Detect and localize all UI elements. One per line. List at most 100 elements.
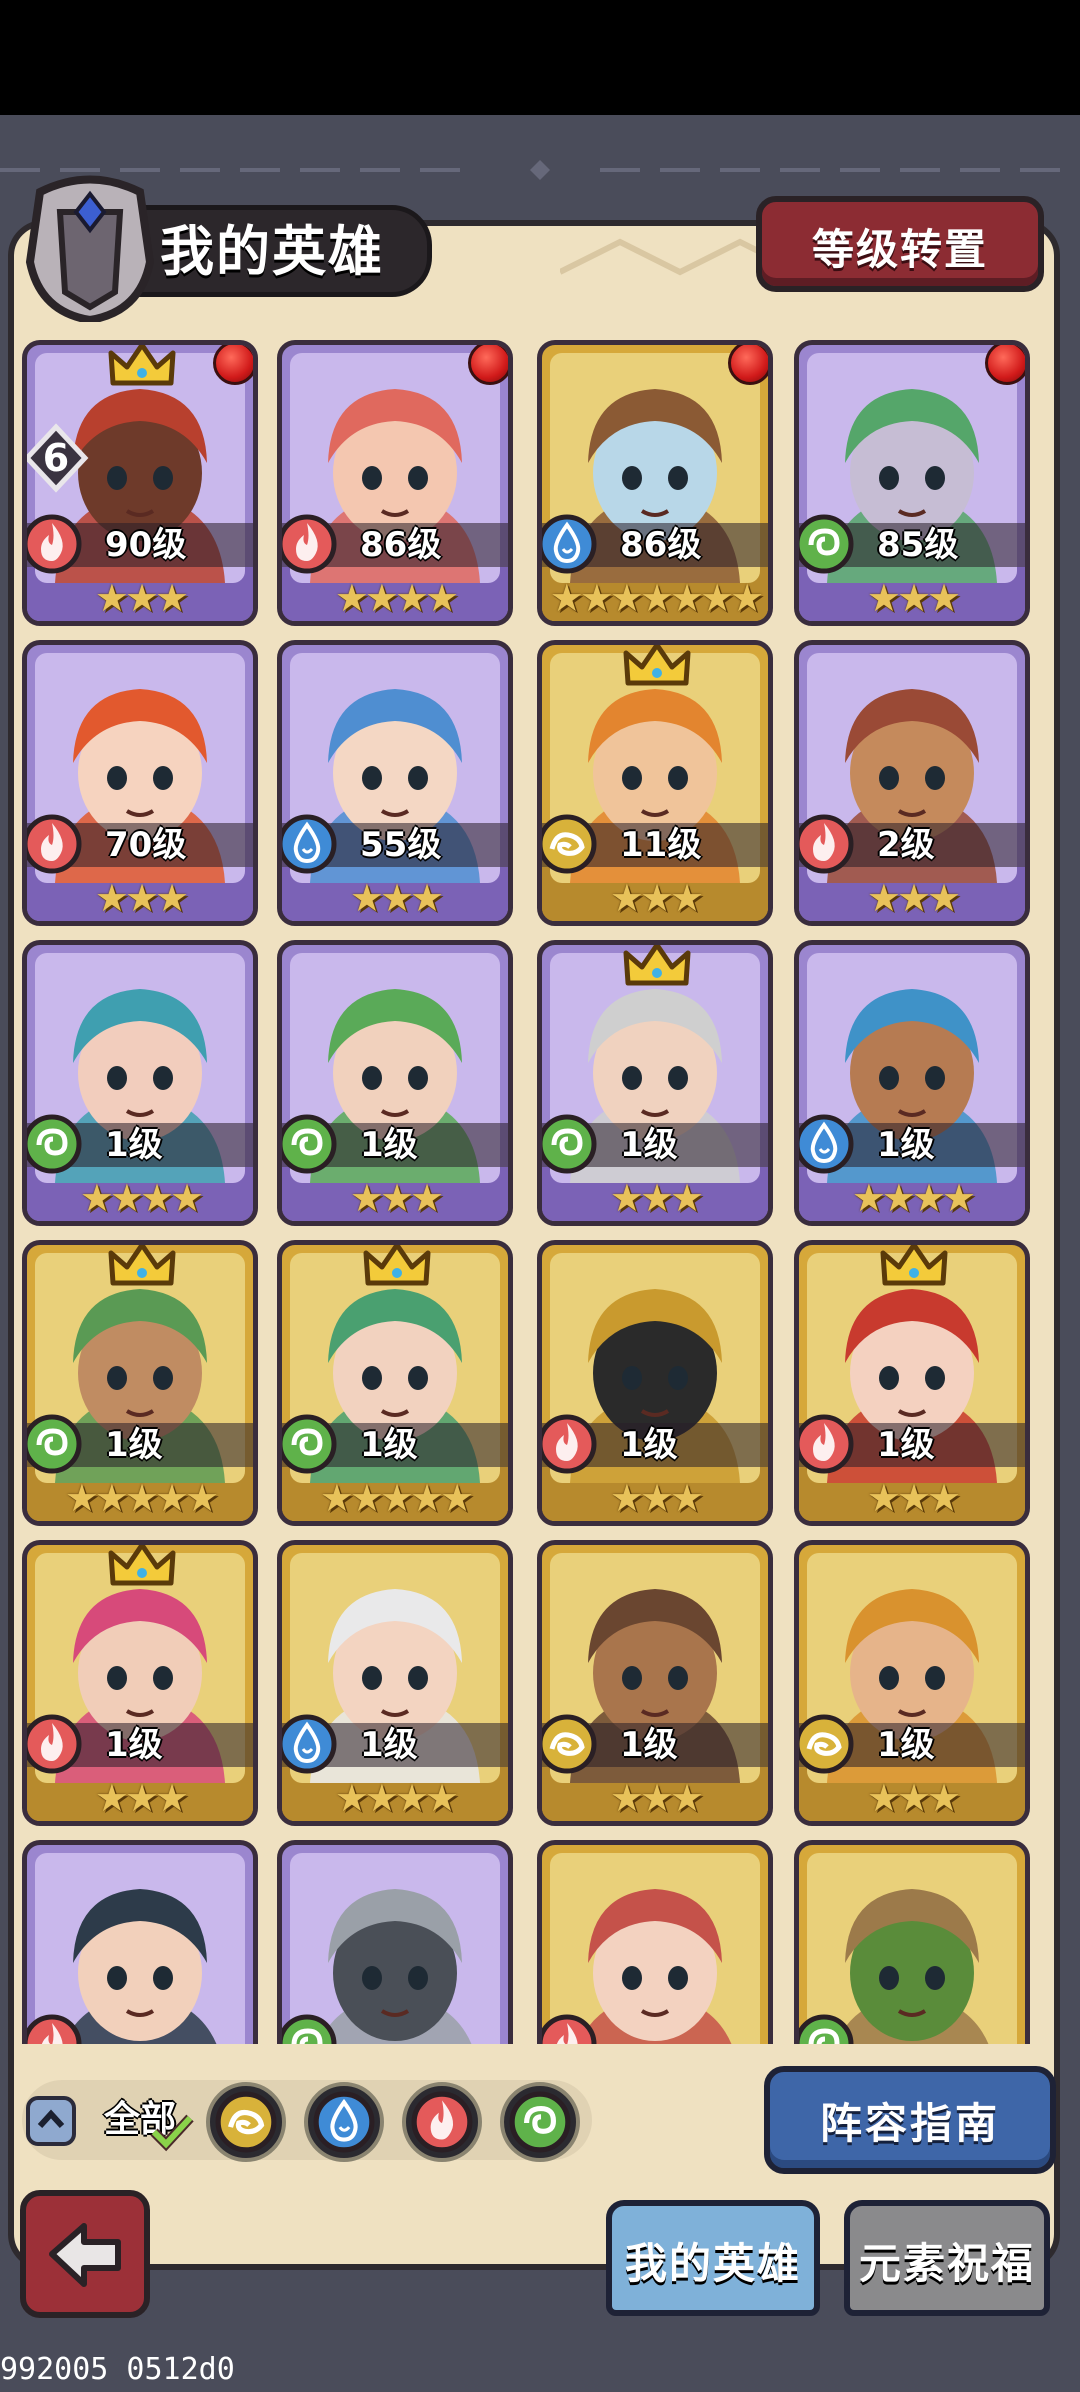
checkmark-icon: [150, 2114, 194, 2152]
hero-card[interactable]: 55级 ★★★: [277, 640, 513, 926]
hero-level: 85级: [877, 525, 959, 565]
hero-level: 90级: [105, 525, 187, 565]
fire-element-icon: [542, 1413, 598, 1475]
wind-element-icon: [27, 1413, 83, 1475]
wind-element-icon: [799, 2013, 855, 2044]
hero-card[interactable]: 1级 ★★★★: [277, 1540, 513, 1826]
star-rating: ★★★★: [334, 1776, 459, 1820]
filter-fire[interactable]: [402, 2082, 482, 2162]
fire-element-icon: [410, 2090, 474, 2158]
lineup-guide-button[interactable]: 阵容指南: [764, 2066, 1056, 2174]
back-arrow-icon: [49, 2223, 121, 2287]
back-button[interactable]: [20, 2190, 150, 2318]
hero-level: 1级: [105, 1725, 163, 1765]
star-rating: ★★★: [609, 876, 704, 920]
crown-icon: [362, 1245, 432, 1291]
hero-level: 1级: [360, 1125, 418, 1165]
hero-card[interactable]: 86级 ★★★★: [277, 340, 513, 626]
tab-my-heroes-label: 我的英雄: [624, 2239, 801, 2288]
crown-icon: [107, 1545, 177, 1591]
star-rating: ★★★★★★★: [549, 576, 764, 620]
star-rating: ★★★: [94, 1776, 189, 1820]
hero-card[interactable]: [22, 1840, 258, 2044]
background-ornament: [0, 160, 1080, 180]
hero-card[interactable]: 1级 ★★★: [277, 940, 513, 1226]
hero-card[interactable]: 1级 ★★★: [794, 1540, 1030, 1826]
crown-icon: [622, 645, 692, 691]
star-rating: ★★★: [609, 1776, 704, 1820]
hero-level: 55级: [360, 825, 442, 865]
tab-my-heroes[interactable]: 我的英雄: [606, 2200, 820, 2316]
hero-card[interactable]: [794, 1840, 1030, 2044]
awakening-badge: 6: [27, 423, 91, 493]
crown-icon: [879, 1245, 949, 1291]
tab-element-blessing[interactable]: 元素祝福: [844, 2200, 1050, 2316]
hero-card[interactable]: 2级 ★★★: [794, 640, 1030, 926]
crown-icon: [107, 345, 177, 391]
fire-element-icon: [799, 813, 855, 875]
hero-card[interactable]: 85级 ★★★: [794, 340, 1030, 626]
crown-icon: [107, 1245, 177, 1291]
filter-collapse-button[interactable]: [26, 2096, 76, 2146]
level-reset-button[interactable]: 等级转置: [756, 196, 1044, 292]
level-reset-label: 等级转置: [811, 225, 988, 274]
filter-water[interactable]: [304, 2082, 384, 2162]
hero-card[interactable]: 1级 ★★★: [794, 1240, 1030, 1526]
hero-level: 2级: [877, 825, 935, 865]
fire-element-icon: [27, 1713, 83, 1775]
star-rating: ★★★: [609, 1176, 704, 1220]
fire-element-icon: [282, 513, 338, 575]
hero-level: 11级: [620, 825, 702, 865]
star-rating: ★★★: [609, 1476, 704, 1520]
hero-card[interactable]: 70级 ★★★: [22, 640, 258, 926]
build-version: 992005 0512d0: [0, 2352, 235, 2387]
status-bar: [0, 0, 1080, 115]
hero-grid[interactable]: 90级 ★★★ 6 86级 ★★★★ 86级 ★★★★★★★ 85级 ★★★ 70级 ★★★ 55级 ★…: [22, 340, 1058, 2044]
hero-level: 1级: [620, 1725, 678, 1765]
hero-card[interactable]: 1级 ★★★★★: [277, 1240, 513, 1526]
fire-element-icon: [27, 513, 83, 575]
wind-element-icon: [799, 513, 855, 575]
hero-card[interactable]: 1级 ★★★: [537, 1240, 773, 1526]
awakening-level: 6: [42, 436, 70, 480]
hero-card[interactable]: 1级 ★★★: [537, 1540, 773, 1826]
water-element-icon: [282, 1713, 338, 1775]
wind-element-icon: [282, 2013, 338, 2044]
wind-element-icon: [542, 1113, 598, 1175]
hero-card[interactable]: [277, 1840, 513, 2044]
star-rating: ★★★: [349, 876, 444, 920]
hero-card[interactable]: 11级 ★★★: [537, 640, 773, 926]
hero-card[interactable]: 86级 ★★★★★★★: [537, 340, 773, 626]
star-rating: ★★★★: [851, 1176, 976, 1220]
water-element-icon: [282, 813, 338, 875]
hero-level: 1级: [105, 1425, 163, 1465]
fire-element-icon: [799, 1413, 855, 1475]
earth-element-icon: [214, 2090, 278, 2158]
hero-card[interactable]: 90级 ★★★ 6: [22, 340, 258, 626]
hero-level: 86级: [360, 525, 442, 565]
notification-dot: [985, 345, 1025, 385]
hero-card[interactable]: 1级 ★★★: [22, 1540, 258, 1826]
hero-card[interactable]: [537, 1840, 773, 2044]
hero-level: 1级: [877, 1725, 935, 1765]
hero-card[interactable]: 1级 ★★★: [537, 940, 773, 1226]
star-rating: ★★★: [866, 1476, 961, 1520]
hero-card[interactable]: 1级 ★★★★: [22, 940, 258, 1226]
hero-card[interactable]: 1级 ★★★★★: [22, 1240, 258, 1526]
star-rating: ★★★: [349, 1176, 444, 1220]
water-element-icon: [312, 2090, 376, 2158]
hero-card[interactable]: 1级 ★★★★: [794, 940, 1030, 1226]
wind-element-icon: [282, 1113, 338, 1175]
filter-earth[interactable]: [206, 2082, 286, 2162]
star-rating: ★★★: [866, 1776, 961, 1820]
filter-wind[interactable]: [500, 2082, 580, 2162]
chevron-up-icon: [37, 2109, 65, 2129]
hero-level: 1级: [877, 1425, 935, 1465]
water-element-icon: [542, 513, 598, 575]
earth-element-icon: [799, 1713, 855, 1775]
fire-element-icon: [27, 2013, 83, 2044]
game-screen: 我的英雄 等级转置 90级 ★★★ 6 86级 ★★★★ 86级 ★★★★★★★ 85级 ★★★…: [0, 0, 1080, 2392]
star-rating: ★★★★★: [319, 1476, 474, 1520]
wind-element-icon: [508, 2090, 572, 2158]
lineup-guide-label: 阵容指南: [819, 2099, 1000, 2148]
